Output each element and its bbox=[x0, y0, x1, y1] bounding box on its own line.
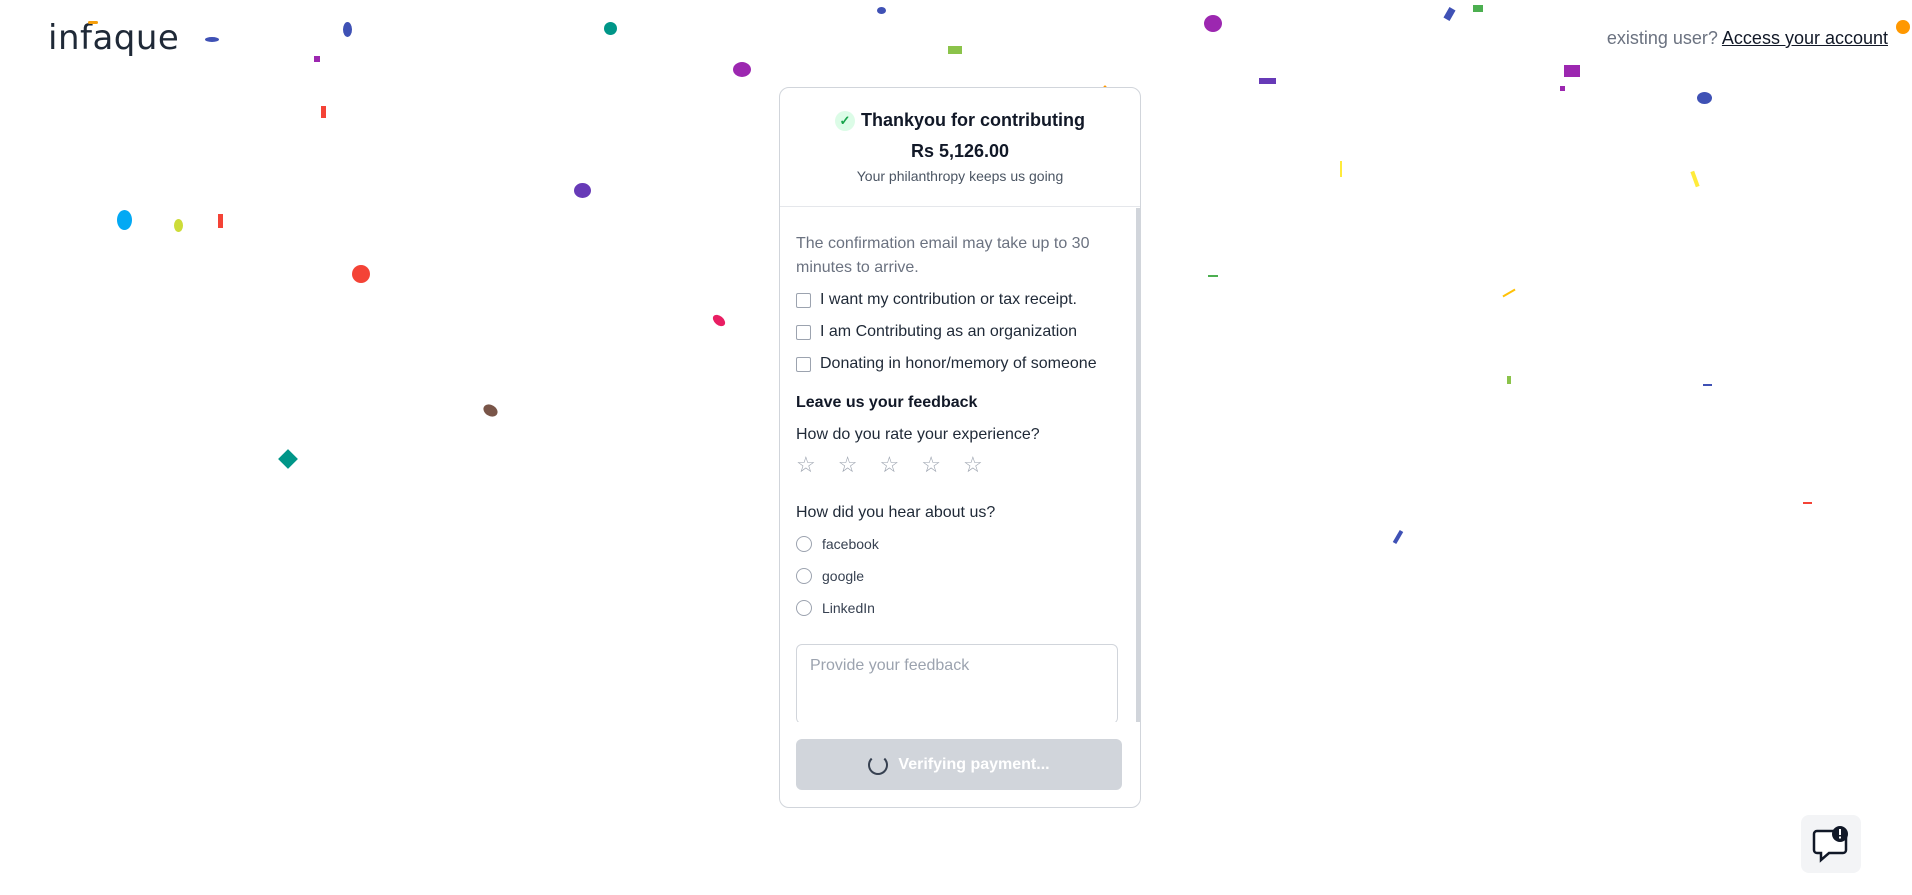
checkbox-honor-memory[interactable]: Donating in honor/memory of someone bbox=[796, 352, 1124, 376]
verifying-payment-button: Verifying payment... bbox=[796, 739, 1122, 790]
checkbox[interactable] bbox=[796, 324, 811, 340]
radio-label: LinkedIn bbox=[822, 600, 875, 616]
radio-label: facebook bbox=[822, 536, 879, 552]
account-area: existing user? Access your account bbox=[1607, 28, 1888, 49]
card-header: ✓ Thankyou for contributing Rs 5,126.00 … bbox=[780, 88, 1140, 207]
card-subtitle: Your philanthropy keeps us going bbox=[856, 168, 1064, 184]
radio-label: google bbox=[822, 568, 865, 584]
checkbox-label: I want my contribution or tax receipt. bbox=[820, 291, 1077, 308]
star-icon[interactable]: ☆ bbox=[838, 454, 858, 476]
radio-button[interactable] bbox=[796, 536, 812, 552]
feedback-textarea[interactable]: Provide your feedback bbox=[796, 644, 1118, 722]
checkbox[interactable] bbox=[796, 292, 811, 308]
contribution-amount: Rs 5,126.00 bbox=[910, 141, 1010, 161]
help-chat-icon bbox=[1812, 826, 1848, 863]
feedback-scroll-area[interactable]: The confirmation email may take up to 30… bbox=[780, 208, 1140, 722]
help-chat-button[interactable] bbox=[1801, 815, 1861, 873]
radio-button[interactable] bbox=[796, 568, 812, 584]
radio-google[interactable]: google bbox=[796, 560, 1124, 592]
thanks-title: Thankyou for contributing bbox=[861, 110, 1085, 130]
check-icon: ✓ bbox=[835, 110, 855, 131]
radio-linkedin[interactable]: LinkedIn bbox=[796, 592, 1124, 624]
checkbox-tax-receipt[interactable]: I want my contribution or tax receipt. bbox=[796, 288, 1124, 312]
star-icon[interactable]: ☆ bbox=[963, 454, 983, 476]
checkbox-organization[interactable]: I am Contributing as an organization bbox=[796, 320, 1124, 344]
checkbox-label: Donating in honor/memory of someone bbox=[820, 355, 1097, 372]
radio-button[interactable] bbox=[796, 600, 812, 616]
source-question: How did you hear about us? bbox=[796, 504, 996, 521]
email-note: The confirmation email may take up to 30… bbox=[796, 235, 1090, 276]
infaque-logo[interactable]: infaque bbox=[48, 18, 179, 58]
star-icon[interactable]: ☆ bbox=[879, 454, 899, 476]
existing-user-text: existing user? bbox=[1606, 28, 1718, 48]
access-account-link[interactable]: Access your account bbox=[1722, 28, 1888, 48]
contribution-card: ✓ Thankyou for contributing Rs 5,126.00 … bbox=[779, 87, 1141, 808]
star-icon[interactable]: ☆ bbox=[921, 454, 941, 476]
spinner-icon bbox=[868, 754, 889, 775]
star-rating[interactable]: ☆ ☆ ☆ ☆ ☆ bbox=[796, 454, 1124, 476]
feedback-title: Leave us your feedback bbox=[796, 394, 978, 411]
star-icon[interactable]: ☆ bbox=[796, 454, 816, 476]
thanks-heading: ✓ Thankyou for contributing bbox=[780, 88, 1140, 131]
checkbox-label: I am Contributing as an organization bbox=[820, 323, 1078, 340]
scrollbar[interactable] bbox=[1136, 208, 1140, 722]
checkbox[interactable] bbox=[796, 356, 811, 372]
verify-label: Verifying payment... bbox=[898, 755, 1050, 773]
radio-facebook[interactable]: facebook bbox=[796, 528, 1124, 560]
rating-question: How do you rate your experience? bbox=[796, 426, 1040, 443]
source-radio-group: facebook google LinkedIn bbox=[796, 528, 1124, 624]
